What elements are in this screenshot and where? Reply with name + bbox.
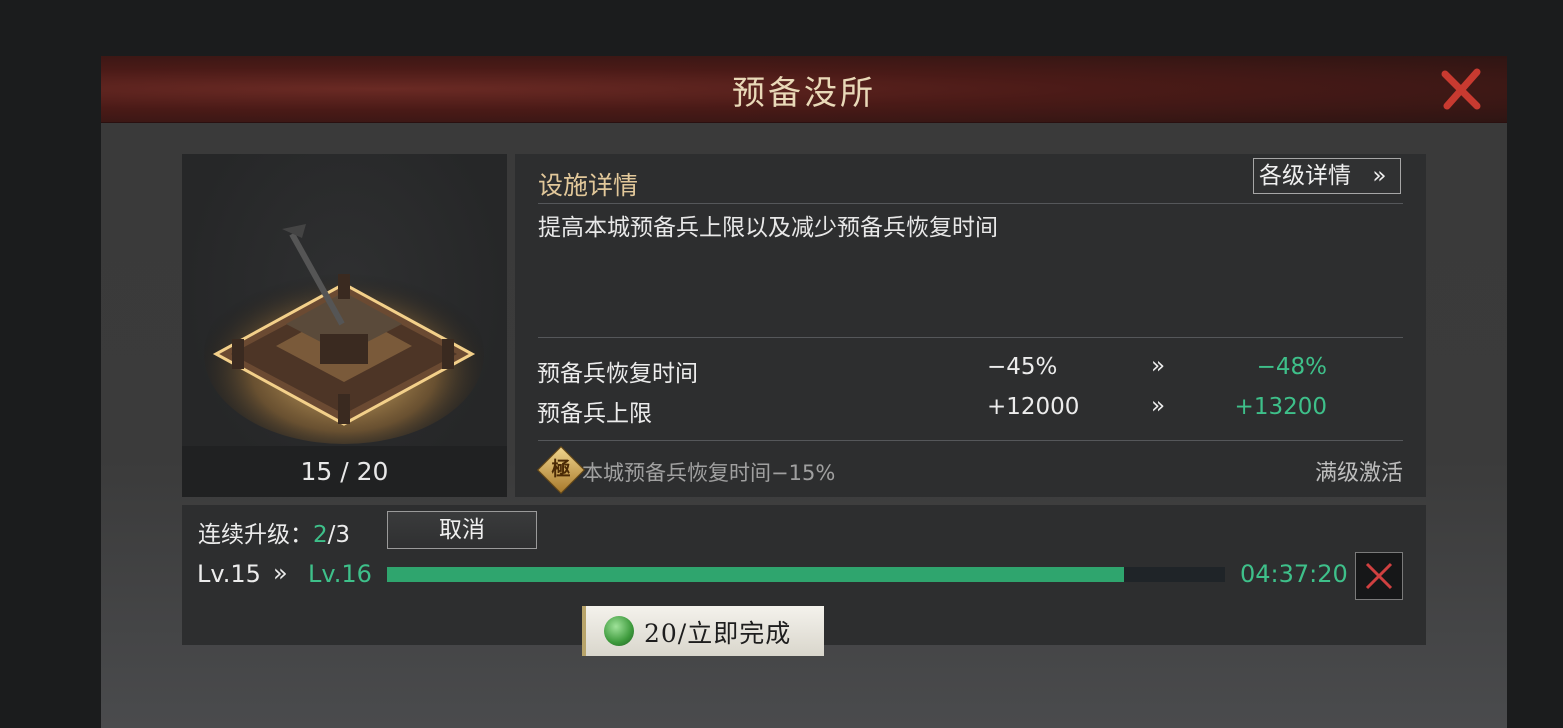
close-button[interactable] xyxy=(1437,64,1487,114)
upgrade-timer: 04:37:20 xyxy=(1240,560,1348,588)
continuous-upgrade-total: /3 xyxy=(327,522,351,548)
stat-current-value: +12000 xyxy=(987,394,1080,420)
stat-label: 预备兵上限 xyxy=(537,401,652,427)
continuous-upgrade-current: 2 xyxy=(313,522,328,548)
instant-complete-button[interactable]: 20/立即完成 xyxy=(582,606,824,656)
double-chevron-right-icon: » xyxy=(273,559,288,587)
continuous-upgrade-label: 连续升级：2/3 xyxy=(198,515,350,549)
close-icon xyxy=(1441,68,1481,110)
facility-header: 设施详情 xyxy=(538,171,639,200)
max-level-bonus: 本城预备兵恢复时间−15% xyxy=(582,461,836,485)
max-level-status: 满级激活 xyxy=(1314,461,1403,486)
stat-next-value: −48% xyxy=(1256,354,1327,380)
facility-info: 设施详情 各级详情 » 提高本城预备兵上限以及减少预备兵恢复时间 预备兵恢复时间… xyxy=(515,154,1426,497)
stop-upgrade-button[interactable] xyxy=(1355,552,1403,600)
continuous-upgrade-text: 连续升级： xyxy=(198,522,313,548)
upgrade-progress-bar xyxy=(387,567,1225,582)
facility-description: 提高本城预备兵上限以及减少预备兵恢复时间 xyxy=(538,215,998,241)
dialog-title: 预备没所 xyxy=(732,73,876,112)
stat-label: 预备兵恢复时间 xyxy=(537,361,698,387)
upgrade-progress-fill xyxy=(387,567,1125,582)
stat-current-value: −45% xyxy=(987,354,1058,380)
to-level: Lv.16 xyxy=(308,560,372,588)
stat-next-value: +13200 xyxy=(1234,394,1327,420)
jade-coin-icon xyxy=(604,616,634,646)
building-preview: 15 / 20 xyxy=(182,154,507,497)
divider xyxy=(538,203,1403,204)
double-chevron-right-icon: » xyxy=(1372,163,1387,189)
cancel-button[interactable]: 取消 xyxy=(387,511,537,549)
divider xyxy=(538,337,1403,338)
from-level: Lv.15 xyxy=(197,560,261,588)
level-details-button[interactable]: 各级详情 » xyxy=(1253,158,1401,194)
level-progress: 15 / 20 xyxy=(182,446,507,497)
divider xyxy=(538,440,1403,441)
max-level-badge-char: 極 xyxy=(551,458,571,480)
close-icon xyxy=(1365,562,1393,590)
title-bar: 预备没所 xyxy=(101,56,1507,123)
level-details-label: 各级详情 xyxy=(1259,163,1351,189)
building-image xyxy=(204,224,484,444)
instant-complete-label: 20/立即完成 xyxy=(644,619,792,648)
